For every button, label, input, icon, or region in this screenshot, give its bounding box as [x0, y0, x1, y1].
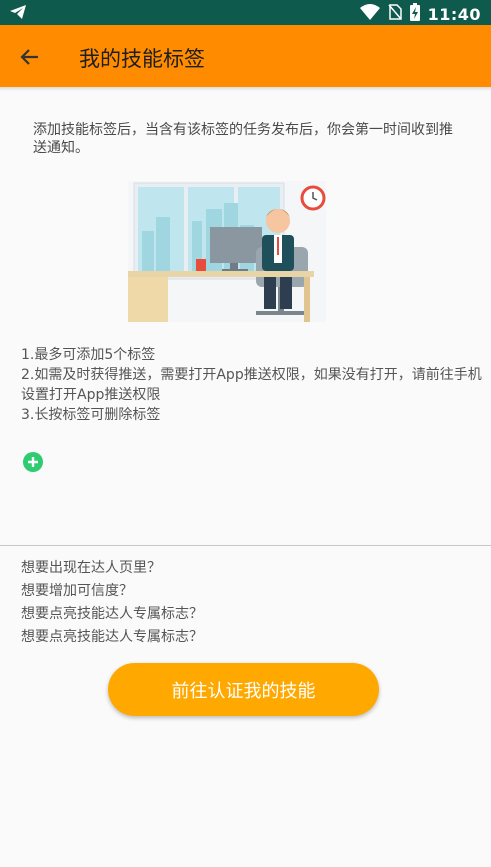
battery-charging-icon	[409, 3, 420, 25]
add-tag-button[interactable]	[23, 452, 43, 472]
certify-skills-button[interactable]: 前往认证我的技能	[108, 663, 379, 716]
rule-item: 3.长按标签可删除标签	[21, 407, 161, 423]
plus-circle-icon	[23, 452, 43, 472]
office-worker-illustration	[128, 181, 326, 322]
status-bar: 11:40	[0, 0, 491, 25]
rule-item: 2.如需及时获得推送，需要打开App推送权限，如果没有打开，请前往手机设置打开A…	[21, 367, 482, 403]
intro-text: 添加技能标签后，当含有该标签的任务发布后，你会第一时间收到推送通知。	[33, 122, 453, 156]
prompt-item: 想要点亮技能达人专属标志？	[21, 629, 203, 645]
rule-item: 1.最多可添加5个标签	[21, 347, 156, 363]
prompt-item: 想要出现在达人页里？	[21, 560, 161, 576]
status-time: 11:40	[427, 4, 481, 24]
divider	[0, 545, 491, 546]
certification-prompts: 想要出现在达人页里？ 想要增加可信度？ 想要点亮技能达人专属标志？ 想要点亮技能…	[21, 557, 203, 649]
prompt-item: 想要增加可信度？	[21, 583, 133, 599]
back-button[interactable]	[17, 44, 43, 70]
telegram-icon	[9, 4, 27, 24]
appbar-shadow	[0, 87, 491, 91]
no-sim-icon	[387, 4, 402, 24]
prompt-item: 想要点亮技能达人专属标志？	[21, 606, 203, 622]
page-title: 我的技能标签	[79, 47, 205, 71]
arrow-left-icon	[20, 49, 38, 65]
app-bar: 我的技能标签	[0, 25, 491, 87]
tag-rules: 1.最多可添加5个标签 2.如需及时获得推送，需要打开App推送权限，如果没有打…	[21, 345, 491, 425]
wifi-icon	[359, 4, 380, 24]
